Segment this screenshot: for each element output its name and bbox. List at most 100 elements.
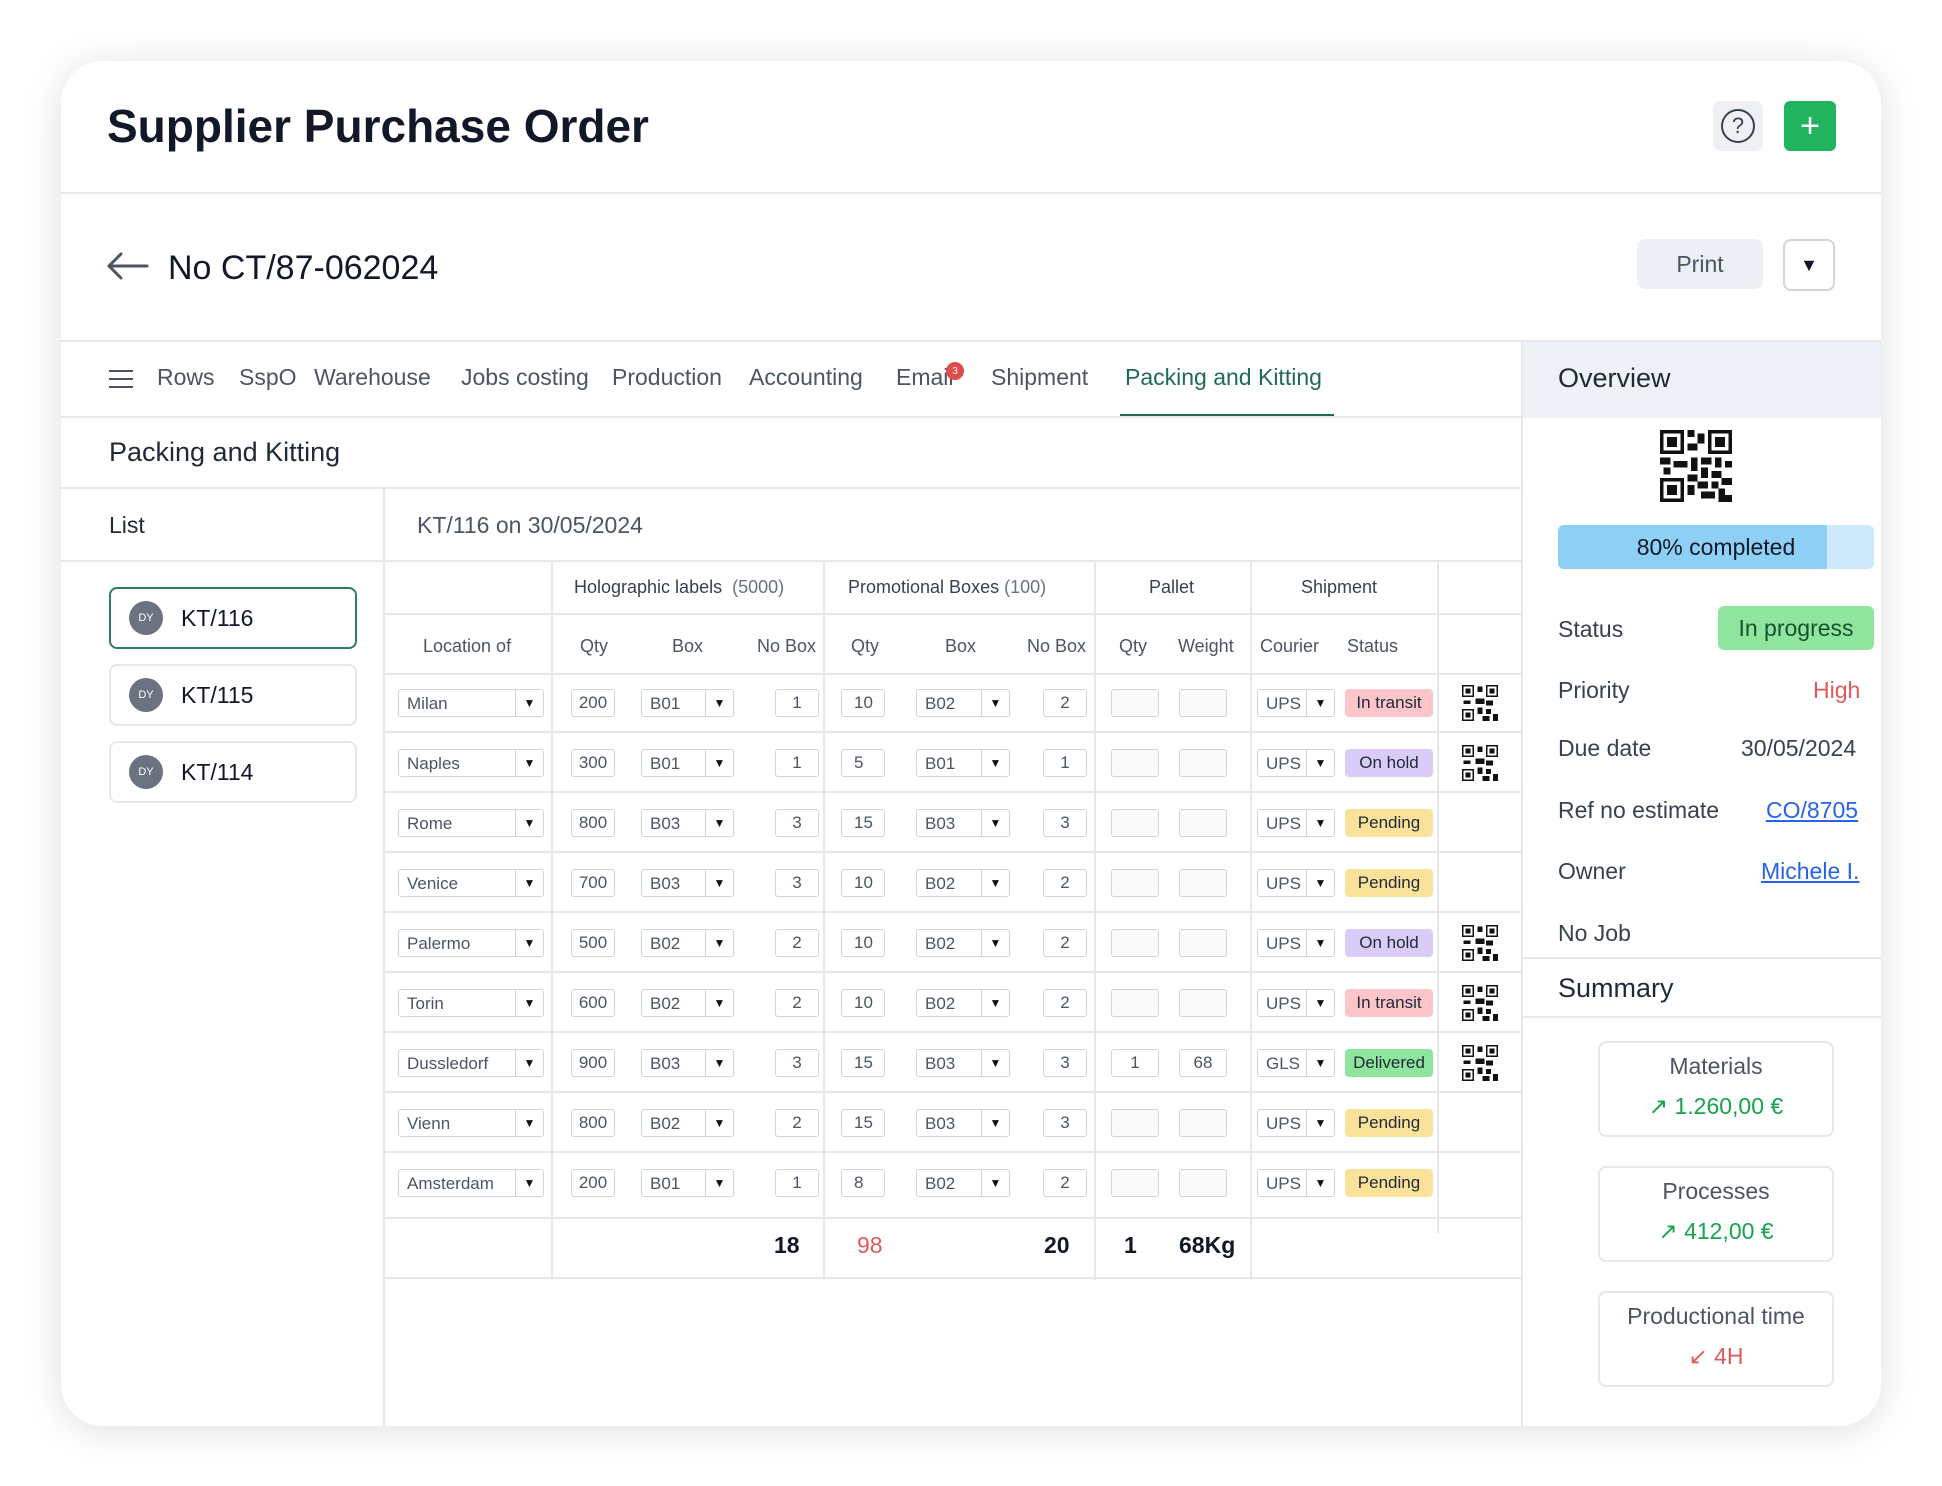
holo-qty-input[interactable]: 900 (571, 1049, 615, 1077)
location-select[interactable]: Milan ▼ (398, 689, 544, 717)
qr-code-icon[interactable] (1462, 985, 1498, 1021)
qr-code-icon[interactable] (1462, 925, 1498, 961)
promo-nobox-input[interactable]: 2 (1043, 869, 1087, 897)
tab-shipment[interactable]: Shipment (991, 364, 1088, 391)
ref-estimate-link[interactable]: CO/8705 (1766, 797, 1858, 824)
add-button[interactable]: + (1784, 101, 1836, 151)
list-item-kt114[interactable]: DY KT/114 (109, 741, 357, 803)
courier-select[interactable]: UPS ▼ (1257, 1109, 1335, 1137)
promo-nobox-input[interactable]: 2 (1043, 689, 1087, 717)
pallet-qty-input[interactable] (1111, 869, 1159, 897)
help-button[interactable]: ? (1713, 101, 1763, 151)
courier-select[interactable]: UPS ▼ (1257, 1169, 1335, 1197)
tab-rows[interactable]: Rows (157, 364, 215, 391)
holo-box-select[interactable]: B03 ▼ (641, 809, 734, 837)
holo-qty-input[interactable]: 200 (571, 689, 615, 717)
promo-nobox-input[interactable]: 2 (1043, 1169, 1087, 1197)
promo-box-select[interactable]: B02 ▼ (916, 1169, 1010, 1197)
courier-select[interactable]: UPS ▼ (1257, 809, 1335, 837)
list-item-kt115[interactable]: DY KT/115 (109, 664, 357, 726)
promo-box-select[interactable]: B02 ▼ (916, 989, 1010, 1017)
holo-nobox-input[interactable]: 1 (775, 749, 819, 777)
location-select[interactable]: Amsterdam ▼ (398, 1169, 544, 1197)
promo-box-select[interactable]: B03 ▼ (916, 809, 1010, 837)
promo-qty-input[interactable]: 10 (841, 989, 885, 1017)
pallet-qty-input[interactable] (1111, 1109, 1159, 1137)
holo-box-select[interactable]: B02 ▼ (641, 989, 734, 1017)
promo-qty-input[interactable]: 10 (841, 689, 885, 717)
location-select[interactable]: Vienn ▼ (398, 1109, 544, 1137)
promo-qty-input[interactable]: 10 (841, 929, 885, 957)
holo-box-select[interactable]: B02 ▼ (641, 1109, 734, 1137)
holo-qty-input[interactable]: 500 (571, 929, 615, 957)
courier-select[interactable]: UPS ▼ (1257, 989, 1335, 1017)
promo-nobox-input[interactable]: 2 (1043, 989, 1087, 1017)
courier-select[interactable]: UPS ▼ (1257, 689, 1335, 717)
promo-nobox-input[interactable]: 3 (1043, 1109, 1087, 1137)
holo-nobox-input[interactable]: 2 (775, 1109, 819, 1137)
location-select[interactable]: Naples ▼ (398, 749, 544, 777)
list-item-kt116[interactable]: DY KT/116 (109, 587, 357, 649)
promo-qty-input[interactable]: 15 (841, 1109, 885, 1137)
holo-qty-input[interactable]: 800 (571, 1109, 615, 1137)
pallet-qty-input[interactable] (1111, 689, 1159, 717)
holo-box-select[interactable]: B01 ▼ (641, 749, 734, 777)
pallet-weight-input[interactable] (1179, 809, 1227, 837)
pallet-weight-input[interactable]: 68 (1179, 1049, 1227, 1077)
pallet-qty-input[interactable] (1111, 749, 1159, 777)
courier-select[interactable]: GLS ▼ (1257, 1049, 1335, 1077)
courier-select[interactable]: UPS ▼ (1257, 869, 1335, 897)
promo-qty-input[interactable]: 10 (841, 869, 885, 897)
holo-nobox-input[interactable]: 3 (775, 809, 819, 837)
holo-box-select[interactable]: B01 ▼ (641, 1169, 734, 1197)
tab-email[interactable]: Email (896, 364, 954, 391)
pallet-qty-input[interactable] (1111, 809, 1159, 837)
holo-qty-input[interactable]: 700 (571, 869, 615, 897)
tab-warehouse[interactable]: Warehouse (314, 364, 431, 391)
pallet-qty-input[interactable] (1111, 989, 1159, 1017)
print-dropdown-button[interactable]: ▼ (1783, 239, 1835, 291)
back-arrow-icon[interactable] (105, 251, 149, 281)
tab-packing-kitting[interactable]: Packing and Kitting (1125, 364, 1322, 391)
qr-code-icon[interactable] (1462, 745, 1498, 781)
location-select[interactable]: Rome ▼ (398, 809, 544, 837)
holo-nobox-input[interactable]: 3 (775, 869, 819, 897)
promo-qty-input[interactable]: 15 (841, 1049, 885, 1077)
tab-sspo[interactable]: SspO (239, 364, 297, 391)
promo-nobox-input[interactable]: 3 (1043, 1049, 1087, 1077)
tab-jobs-costing[interactable]: Jobs costing (461, 364, 589, 391)
promo-qty-input[interactable]: 15 (841, 809, 885, 837)
pallet-weight-input[interactable] (1179, 689, 1227, 717)
promo-box-select[interactable]: B02 ▼ (916, 929, 1010, 957)
holo-nobox-input[interactable]: 2 (775, 989, 819, 1017)
holo-qty-input[interactable]: 200 (571, 1169, 615, 1197)
holo-box-select[interactable]: B03 ▼ (641, 869, 734, 897)
promo-box-select[interactable]: B03 ▼ (916, 1109, 1010, 1137)
pallet-qty-input[interactable]: 1 (1111, 1049, 1159, 1077)
qr-code-icon[interactable] (1462, 1045, 1498, 1081)
promo-box-select[interactable]: B01 ▼ (916, 749, 1010, 777)
menu-icon[interactable] (109, 370, 133, 394)
promo-box-select[interactable]: B03 ▼ (916, 1049, 1010, 1077)
promo-nobox-input[interactable]: 1 (1043, 749, 1087, 777)
print-button[interactable]: Print (1637, 239, 1763, 289)
owner-link[interactable]: Michele I. (1761, 858, 1859, 885)
promo-qty-input[interactable]: 8 (841, 1169, 885, 1197)
holo-box-select[interactable]: B01 ▼ (641, 689, 734, 717)
location-select[interactable]: Torin ▼ (398, 989, 544, 1017)
holo-qty-input[interactable]: 600 (571, 989, 615, 1017)
holo-nobox-input[interactable]: 3 (775, 1049, 819, 1077)
tab-production[interactable]: Production (612, 364, 722, 391)
promo-nobox-input[interactable]: 3 (1043, 809, 1087, 837)
tab-accounting[interactable]: Accounting (749, 364, 863, 391)
holo-box-select[interactable]: B03 ▼ (641, 1049, 734, 1077)
promo-box-select[interactable]: B02 ▼ (916, 869, 1010, 897)
holo-box-select[interactable]: B02 ▼ (641, 929, 734, 957)
location-select[interactable]: Palermo ▼ (398, 929, 544, 957)
promo-box-select[interactable]: B02 ▼ (916, 689, 1010, 717)
pallet-weight-input[interactable] (1179, 749, 1227, 777)
qr-code-icon[interactable] (1462, 685, 1498, 721)
pallet-qty-input[interactable] (1111, 929, 1159, 957)
pallet-weight-input[interactable] (1179, 1109, 1227, 1137)
holo-nobox-input[interactable]: 1 (775, 1169, 819, 1197)
